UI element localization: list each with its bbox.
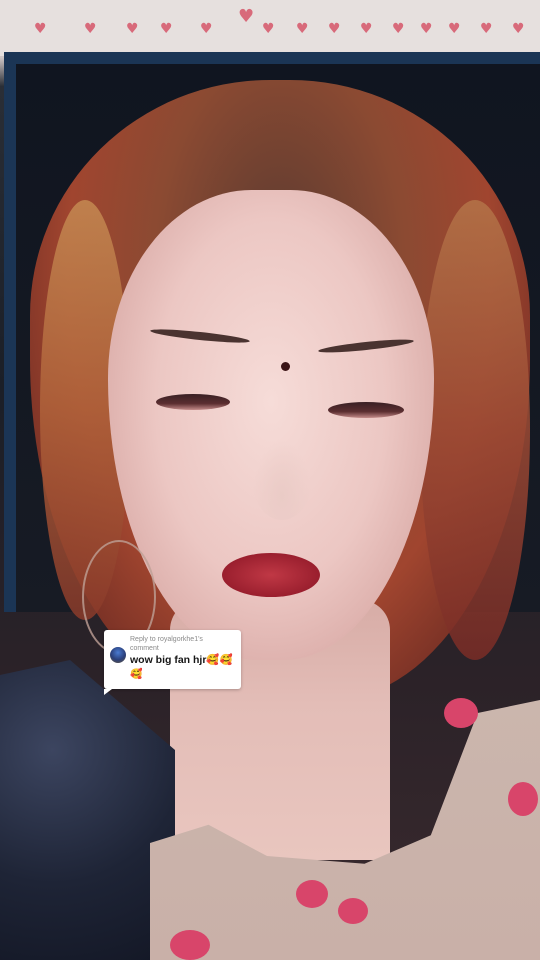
heart-icon: ♥ <box>262 21 275 37</box>
hair-highlight <box>420 200 530 660</box>
heart-icon: ♥ <box>328 21 341 37</box>
comment-text: wow big fan hjr🥰🥰 <box>130 654 233 666</box>
heart-icon: ♥ <box>360 21 373 37</box>
flower-print <box>444 698 478 728</box>
video-screen[interactable]: ♥ ♥ ♥ ♥ ♥ ♥ ♥ ♥ ♥ ♥ ♥ ♥ ♥ ♥ ♥ Reply to r… <box>0 0 540 960</box>
reply-texts: Reply to royalgorkhe1's comment wow big … <box>130 635 233 667</box>
reply-header: Reply to royalgorkhe1's comment wow big … <box>110 635 235 667</box>
heart-icon: ♥ <box>200 21 213 37</box>
lips <box>222 553 320 597</box>
eye <box>156 394 230 410</box>
heart-icon: ♥ <box>34 21 47 37</box>
avatar-icon <box>110 647 126 663</box>
heart-icon: ♥ <box>480 21 493 37</box>
nose <box>252 440 312 520</box>
flower-print <box>170 930 210 960</box>
bindi <box>281 362 290 371</box>
eye <box>328 402 404 418</box>
heart-icon: ♥ <box>448 21 461 37</box>
comment-label: comment <box>130 645 159 652</box>
heart-icon: ♥ <box>420 21 433 37</box>
heart-icon: ♥ <box>84 21 97 37</box>
heart-icon: ♥ <box>160 21 173 37</box>
flower-print <box>338 898 368 924</box>
heart-icon: ♥ <box>126 21 139 37</box>
heart-garland: ♥ ♥ ♥ ♥ ♥ ♥ ♥ ♥ ♥ ♥ ♥ ♥ ♥ ♥ ♥ <box>0 0 540 56</box>
flower-print <box>508 782 538 816</box>
heart-icon: ♥ <box>296 21 309 37</box>
reply-comment-sticker[interactable]: Reply to royalgorkhe1's comment wow big … <box>104 630 241 695</box>
comment-text-overflow: 🥰 <box>130 669 143 680</box>
flower-print <box>296 880 328 908</box>
heart-icon: ♥ <box>392 21 405 37</box>
reply-to-label: Reply to royalgorkhe1's <box>130 636 203 643</box>
heart-icon: ♥ <box>512 21 525 37</box>
heart-icon: ♥ <box>238 6 255 27</box>
